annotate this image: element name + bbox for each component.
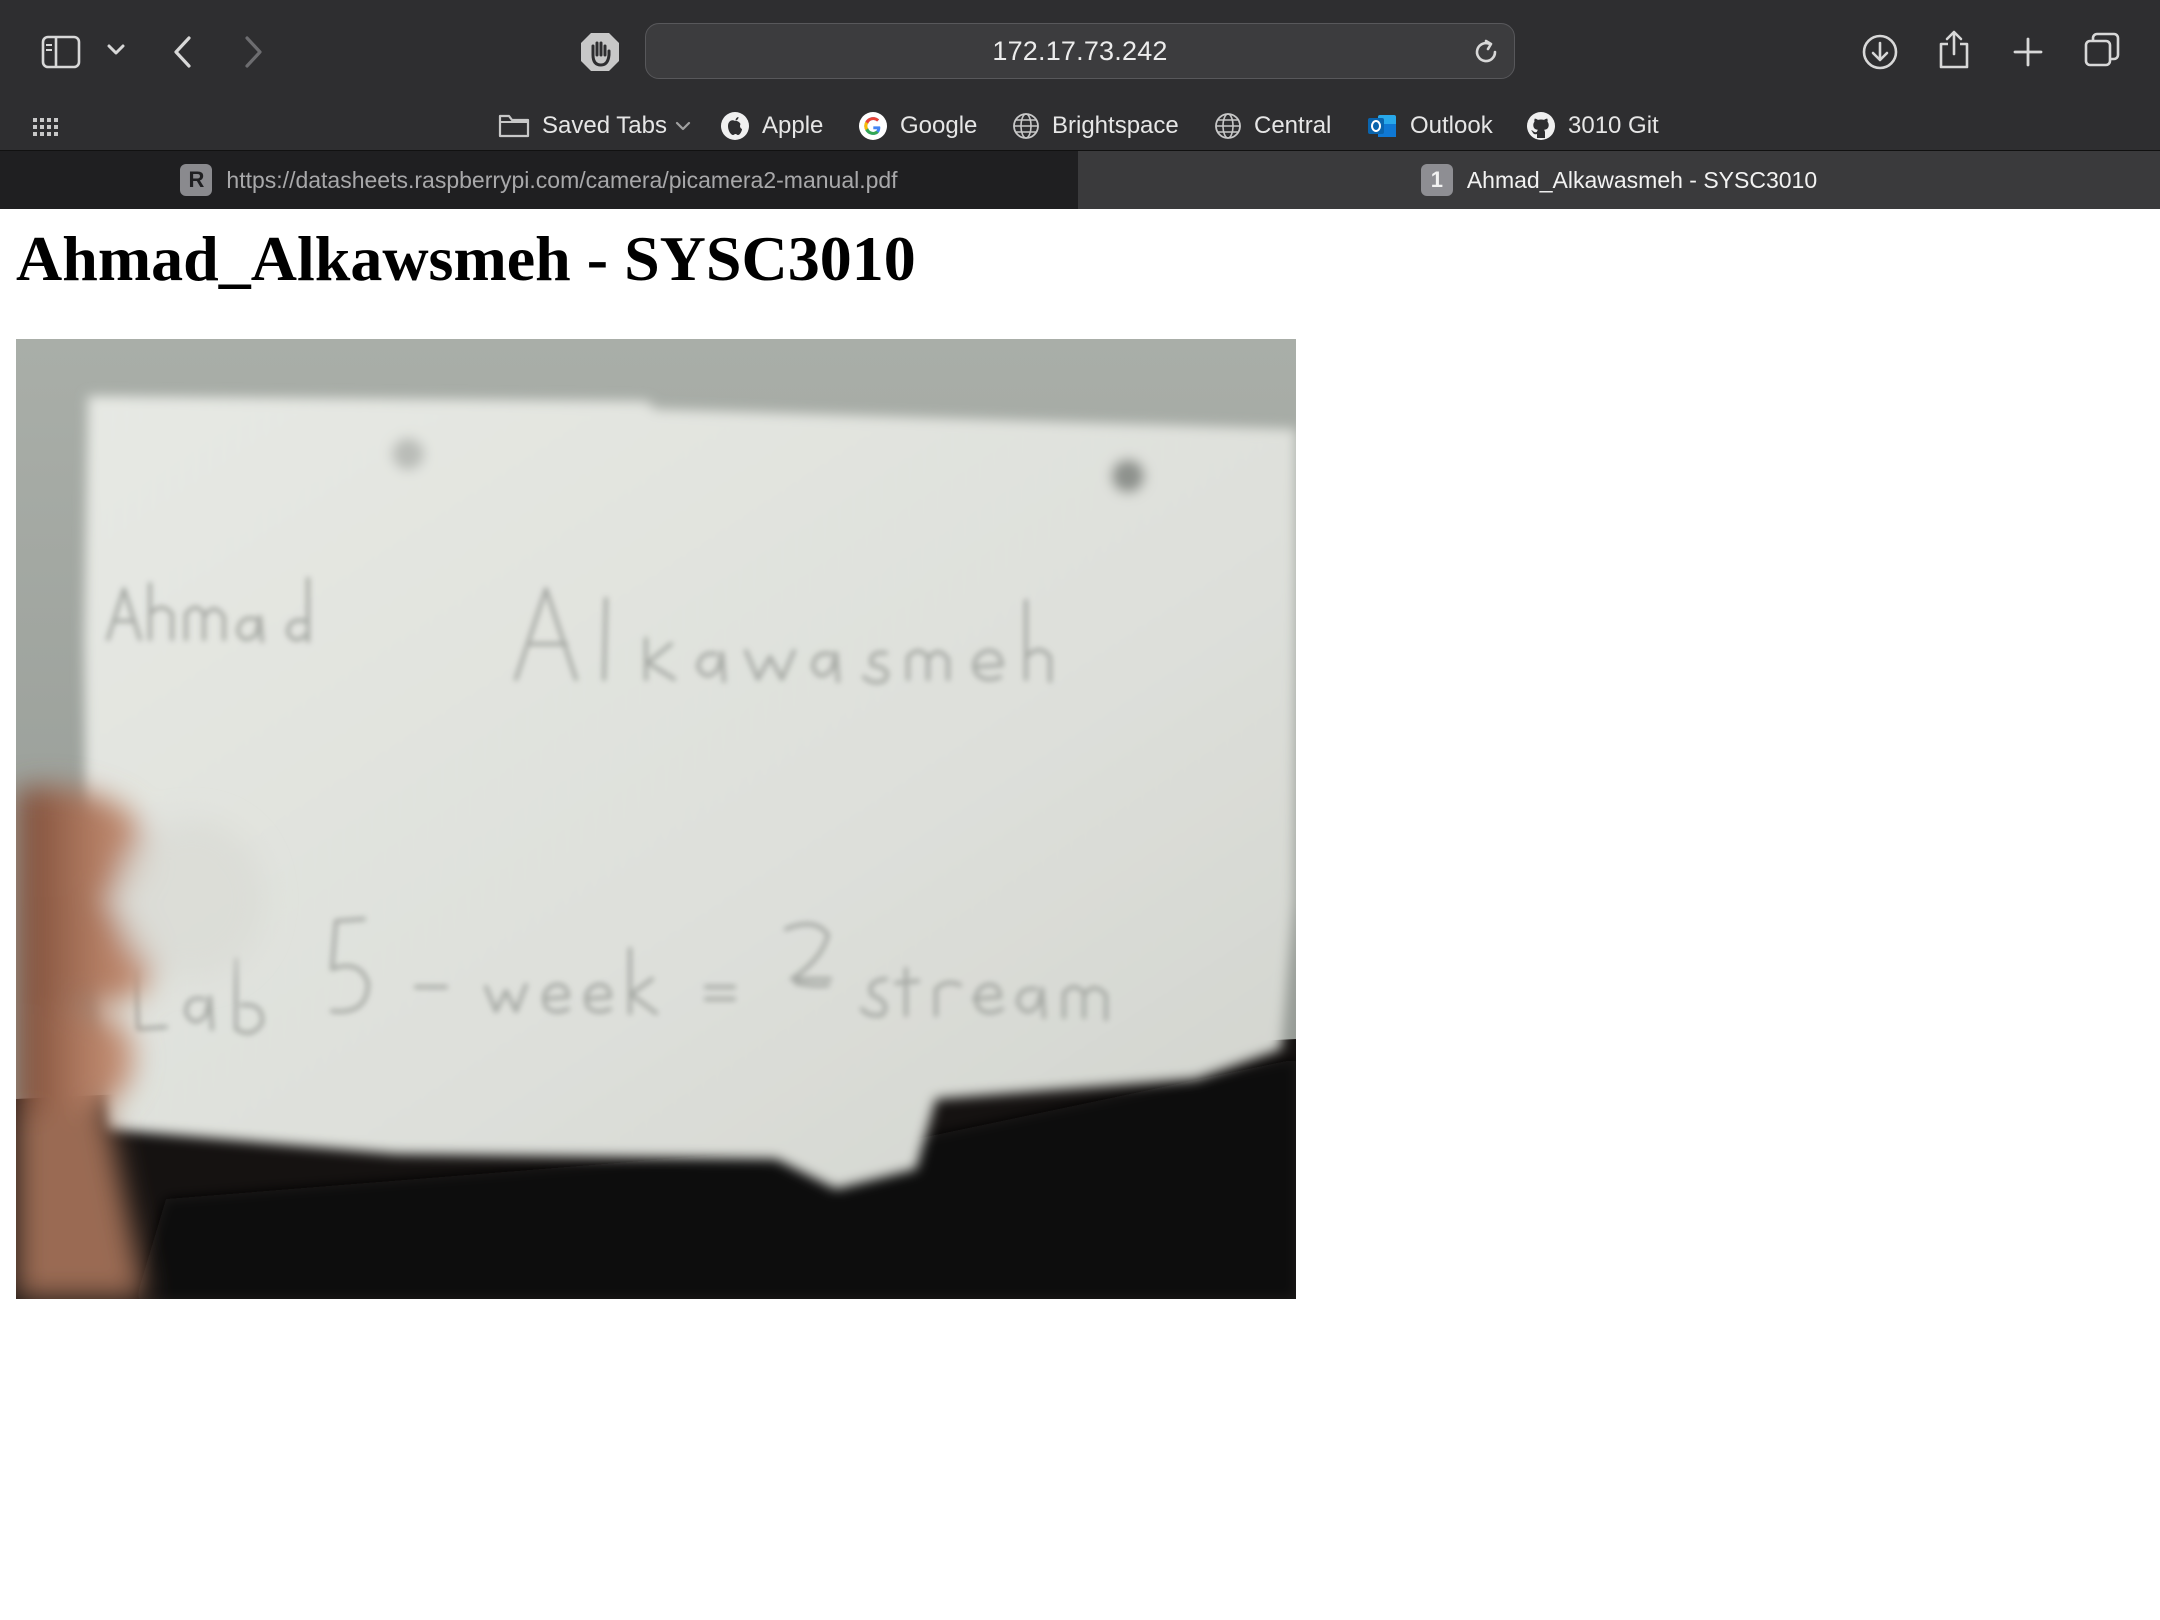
favorite-central[interactable]: Central xyxy=(1214,102,1331,150)
reload-icon[interactable] xyxy=(1470,36,1502,68)
globe-icon xyxy=(1012,112,1040,140)
google-icon xyxy=(858,111,888,141)
grid-apps-icon[interactable] xyxy=(30,112,60,142)
folder-icon xyxy=(498,113,530,139)
apple-icon xyxy=(720,111,750,141)
tab-current-page[interactable]: 1 Ahmad_Alkawasmeh - SYSC3010 xyxy=(1078,151,2160,209)
new-tab-icon[interactable] xyxy=(2008,32,2048,72)
favorite-3010-git[interactable]: 3010 Git xyxy=(1526,102,1659,150)
favorite-label: Google xyxy=(900,112,978,139)
github-icon xyxy=(1526,111,1556,141)
tab-bar: R https://datasheets.raspberrypi.com/cam… xyxy=(0,150,2160,209)
favorite-label: 3010 Git xyxy=(1568,112,1659,139)
browser-toolbar: 172.17.73.242 xyxy=(0,0,2160,102)
favorites-bar: Saved Tabs Apple Google Brightspace Cent… xyxy=(0,102,2160,150)
favorite-saved-tabs[interactable]: Saved Tabs xyxy=(498,102,691,150)
photo-paper-card xyxy=(84,396,1296,1189)
share-icon[interactable] xyxy=(1936,28,1972,72)
favorite-label: Brightspace xyxy=(1052,112,1179,139)
tab-label: Ahmad_Alkawasmeh - SYSC3010 xyxy=(1466,166,1818,193)
forward-icon[interactable] xyxy=(238,32,268,72)
privacy-shield-icon[interactable] xyxy=(578,30,622,74)
favorite-google[interactable]: Google xyxy=(858,102,977,150)
tab-favicon: 1 xyxy=(1420,164,1453,196)
chevron-down-icon xyxy=(675,121,691,131)
tab-favicon: R xyxy=(180,164,213,196)
favorite-brightspace[interactable]: Brightspace xyxy=(1012,102,1179,150)
camera-photo xyxy=(16,339,1296,1299)
tab-picamera-manual[interactable]: R https://datasheets.raspberrypi.com/cam… xyxy=(0,151,1078,209)
favorite-label: Outlook xyxy=(1410,112,1493,139)
tab-label: https://datasheets.raspberrypi.com/camer… xyxy=(226,166,898,193)
back-icon[interactable] xyxy=(168,32,198,72)
favorite-label: Central xyxy=(1254,112,1332,139)
chevron-down-icon[interactable] xyxy=(104,38,128,62)
favorite-label: Saved Tabs xyxy=(542,112,667,139)
favorite-outlook[interactable]: Outlook xyxy=(1366,102,1493,150)
address-bar[interactable]: 172.17.73.242 xyxy=(645,23,1515,79)
globe-icon xyxy=(1214,112,1242,140)
download-icon[interactable] xyxy=(1860,32,1900,72)
tab-overview-icon[interactable] xyxy=(2082,30,2122,70)
favorite-apple[interactable]: Apple xyxy=(720,102,823,150)
outlook-icon xyxy=(1366,111,1398,141)
sidebar-toggle-icon[interactable] xyxy=(38,30,84,74)
favorite-label: Apple xyxy=(762,112,824,139)
page-title: Ahmad_Alkawsmeh - SYSC3010 xyxy=(16,223,916,294)
address-text[interactable]: 172.17.73.242 xyxy=(646,24,1514,78)
